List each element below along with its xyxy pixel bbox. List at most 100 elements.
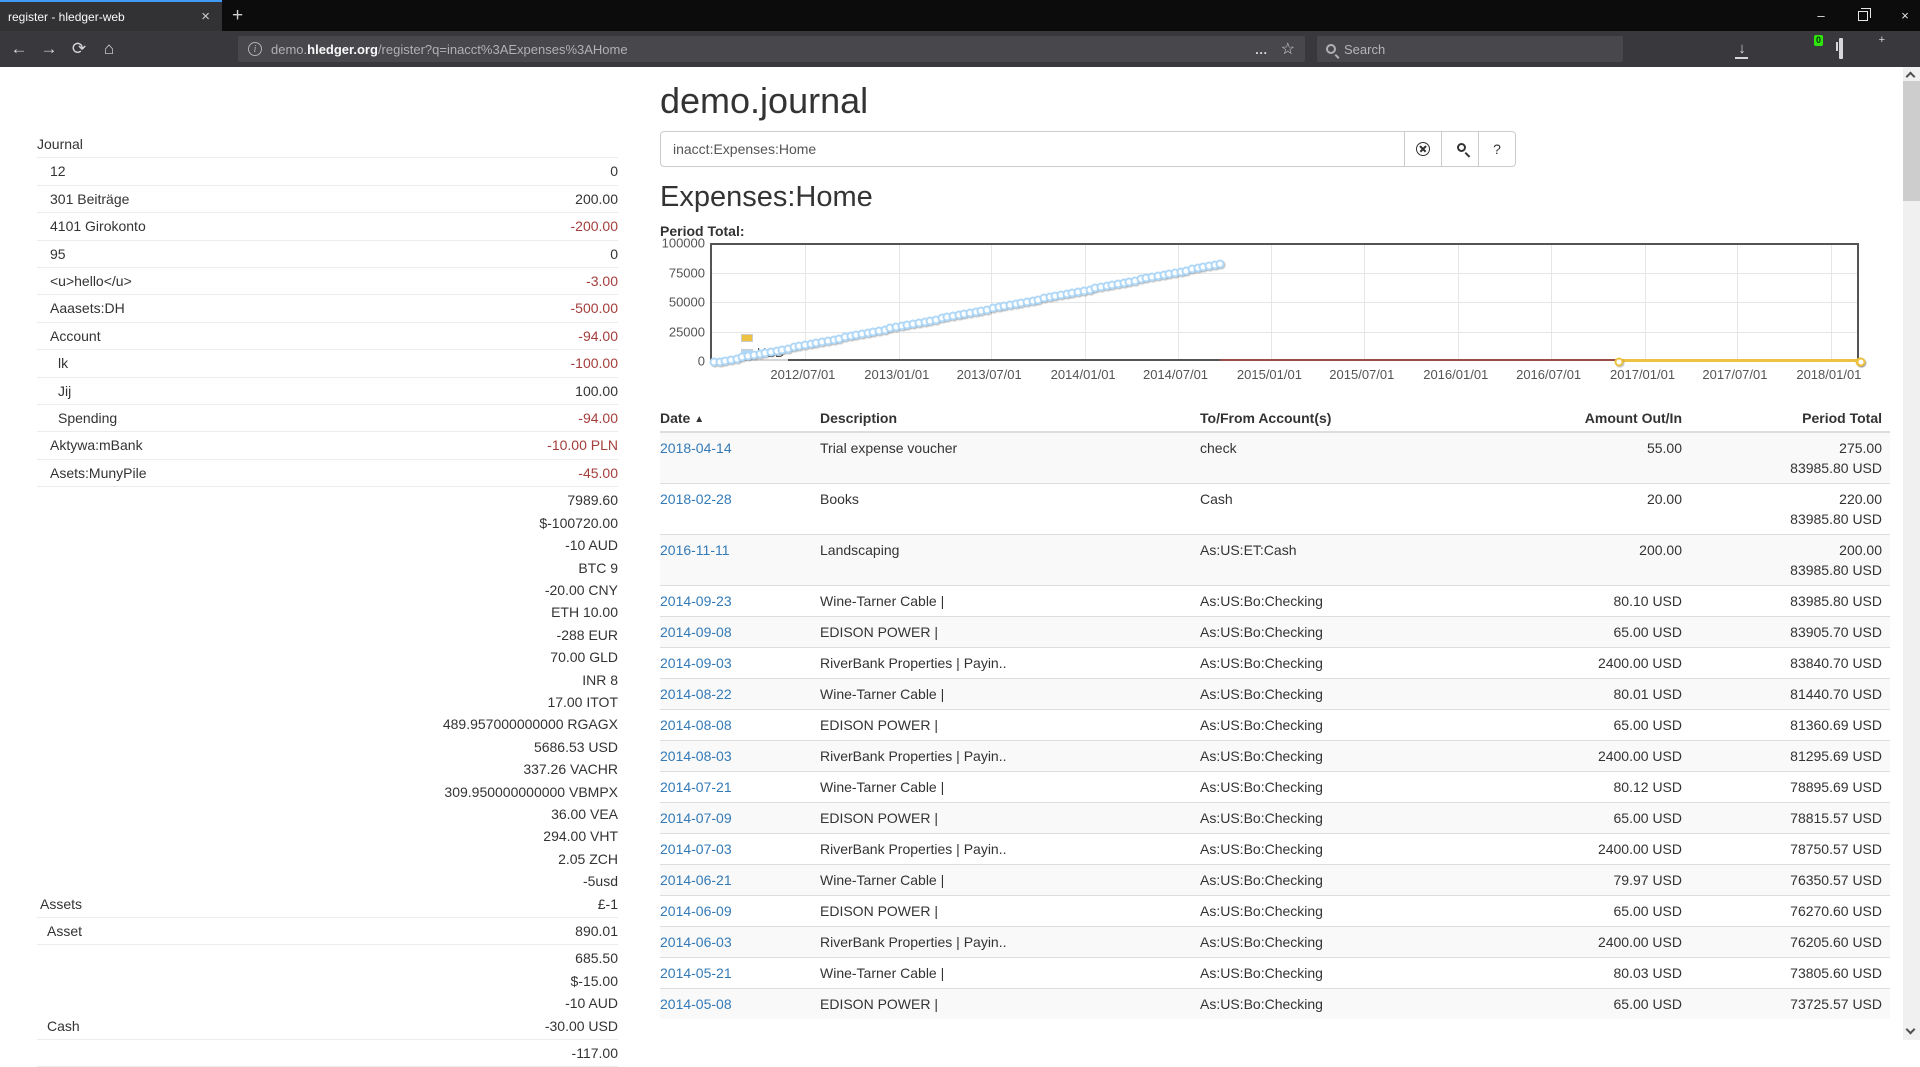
- other-commodity-point: [1857, 358, 1866, 367]
- clear-query-button[interactable]: [1405, 131, 1442, 167]
- account-link[interactable]: Cash: [47, 1015, 80, 1037]
- transaction-date-link[interactable]: 2018-04-14: [660, 440, 732, 456]
- sidebar-toggle-icon[interactable]: [1832, 40, 1850, 58]
- transaction-date-link[interactable]: 2014-08-08: [660, 717, 732, 733]
- page-actions-icon[interactable]: …: [1255, 42, 1269, 57]
- scroll-down-arrow[interactable]: [1907, 1027, 1915, 1035]
- transaction-date-link[interactable]: 2014-07-09: [660, 810, 732, 826]
- browser-tab[interactable]: register - hledger-web ×: [0, 0, 222, 31]
- scrollbar-thumb[interactable]: [1903, 81, 1920, 201]
- account-link[interactable]: 4101 Girokonto: [50, 215, 146, 237]
- gridline: [899, 245, 900, 359]
- window-close-button[interactable]: ×: [1898, 8, 1912, 23]
- sidebar-account-row[interactable]: <u>hello</u>-3.00: [37, 268, 618, 295]
- transaction-accounts: As:US:Bo:Checking: [1200, 834, 1580, 865]
- transaction-date-link[interactable]: 2014-09-08: [660, 624, 732, 640]
- account-link[interactable]: 95: [50, 243, 66, 265]
- sidebar-account-row[interactable]: Spending-94.00: [37, 405, 618, 432]
- column-header-period-total[interactable]: Period Total: [1690, 405, 1890, 432]
- account-link[interactable]: Aaasets:DH: [50, 297, 125, 319]
- y-tick-label: 0: [698, 354, 705, 369]
- back-button[interactable]: ←: [4, 39, 34, 59]
- gridline: [991, 245, 992, 359]
- account-link[interactable]: Asset: [47, 920, 82, 942]
- x-tick-label: 2012/07/01: [770, 367, 835, 382]
- sidebar-account-row[interactable]: 301 Beiträge200.00: [37, 186, 618, 213]
- account-link[interactable]: Account: [50, 325, 101, 347]
- transaction-date-link[interactable]: 2014-08-22: [660, 686, 732, 702]
- forward-button[interactable]: →: [34, 39, 64, 59]
- column-header-date[interactable]: Date ▲: [660, 405, 820, 432]
- sidebar-account-row[interactable]: Asset890.01: [37, 918, 618, 945]
- screenshots-grid-icon[interactable]: [1865, 40, 1883, 58]
- sidebar-account-row[interactable]: 120: [37, 158, 618, 185]
- window-minimize-button[interactable]: –: [1814, 8, 1828, 23]
- sidebar-account-row[interactable]: 950: [37, 241, 618, 268]
- x-tick-label: 2015/01/01: [1237, 367, 1302, 382]
- transaction-date-link[interactable]: 2014-06-09: [660, 903, 732, 919]
- journal-link[interactable]: Journal: [37, 133, 83, 155]
- column-header-tofrom[interactable]: To/From Account(s): [1200, 405, 1580, 432]
- transaction-date-link[interactable]: 2016-11-11: [660, 542, 730, 558]
- home-button[interactable]: ⌂: [94, 39, 124, 59]
- period-total-amount: 200.0083985.80 USD: [1690, 535, 1890, 586]
- page-title: demo.journal: [660, 81, 1890, 121]
- sidebar-account-row[interactable]: Account-94.00: [37, 323, 618, 350]
- account-link[interactable]: Aktywa:mBank: [50, 434, 143, 456]
- transaction-date-link[interactable]: 2014-09-23: [660, 593, 732, 609]
- transaction-date-link[interactable]: 2018-02-28: [660, 491, 732, 507]
- gridline: [1458, 245, 1459, 359]
- sidebar-account-row[interactable]: lk-100.00: [37, 350, 618, 377]
- sidebar-account-row[interactable]: Cash685.50$-15.00-10 AUD-30.00 USD: [37, 945, 618, 1040]
- balance-amount: 70.00 GLD: [82, 646, 618, 668]
- x-tick-label: 2014/01/01: [1051, 367, 1116, 382]
- reload-button[interactable]: ⟳: [64, 39, 94, 59]
- transaction-date-link[interactable]: 2014-07-21: [660, 779, 732, 795]
- downloads-icon[interactable]: ↓: [1733, 40, 1751, 58]
- sidebar-account-row[interactable]: 4101 Girokonto-200.00: [37, 213, 618, 240]
- account-link[interactable]: 12: [50, 160, 66, 182]
- transaction-date-link[interactable]: 2014-05-21: [660, 965, 732, 981]
- account-link[interactable]: lk: [58, 352, 68, 374]
- library-icon[interactable]: [1766, 40, 1784, 58]
- sidebar-account-row[interactable]: Aaasets:DH-500.00: [37, 295, 618, 322]
- gridline: [1831, 245, 1832, 359]
- transaction-date-link[interactable]: 2014-09-03: [660, 655, 732, 671]
- account-link[interactable]: Asets:MunyPile: [50, 462, 146, 484]
- scroll-up-arrow[interactable]: [1907, 71, 1915, 79]
- browser-search-field[interactable]: Search: [1317, 36, 1623, 62]
- transaction-date-link[interactable]: 2014-08-03: [660, 748, 732, 764]
- url-bar[interactable]: i demo.hledger.org/register?q=inacct%3AE…: [238, 36, 1305, 62]
- account-link[interactable]: Jij: [58, 380, 71, 402]
- sidebar-account-row[interactable]: Assets7989.60$-100720.00-10 AUDBTC 9-20.…: [37, 487, 618, 918]
- account-link[interactable]: 301 Beiträge: [50, 188, 129, 210]
- account-link[interactable]: Assets: [40, 893, 82, 915]
- sidebar-account-row[interactable]: Aktywa:mBank-10.00 PLN: [37, 432, 618, 459]
- sidebar-account-row[interactable]: Jij100.00: [37, 378, 618, 405]
- transaction-date-link[interactable]: 2014-06-03: [660, 934, 732, 950]
- sidebar-journal-row[interactable]: Journal: [37, 131, 618, 158]
- window-restore-button[interactable]: [1858, 11, 1868, 21]
- new-tab-button[interactable]: +: [232, 4, 243, 28]
- column-header-amount[interactable]: Amount Out/In: [1580, 405, 1690, 432]
- page-scrollbar[interactable]: [1903, 67, 1920, 1040]
- help-button[interactable]: ?: [1479, 131, 1516, 167]
- balance-amount: -10 AUD: [82, 534, 618, 556]
- transaction-description: Wine-Tarner Cable |: [820, 865, 1200, 896]
- balance-amount: BTC 9: [82, 557, 618, 579]
- sidebar-account-row[interactable]: Asets:MunyPile-45.00: [37, 460, 618, 487]
- transaction-date-link[interactable]: 2014-06-21: [660, 872, 732, 888]
- query-input[interactable]: [660, 131, 1405, 167]
- search-query-button[interactable]: [1442, 131, 1479, 167]
- sidebar-account-row[interactable]: -117.00: [37, 1040, 618, 1067]
- account-link[interactable]: <u>hello</u>: [50, 270, 132, 292]
- tab-close-icon[interactable]: ×: [197, 8, 214, 25]
- transaction-date-link[interactable]: 2014-07-03: [660, 841, 732, 857]
- site-info-icon[interactable]: i: [248, 42, 262, 56]
- menu-hamburger-icon[interactable]: [1898, 40, 1916, 58]
- account-link[interactable]: Spending: [58, 407, 117, 429]
- transaction-date-link[interactable]: 2014-05-08: [660, 996, 732, 1012]
- bookmark-star-icon[interactable]: ☆: [1281, 39, 1295, 59]
- column-header-description[interactable]: Description: [820, 405, 1200, 432]
- extension-icon[interactable]: 0: [1799, 40, 1817, 58]
